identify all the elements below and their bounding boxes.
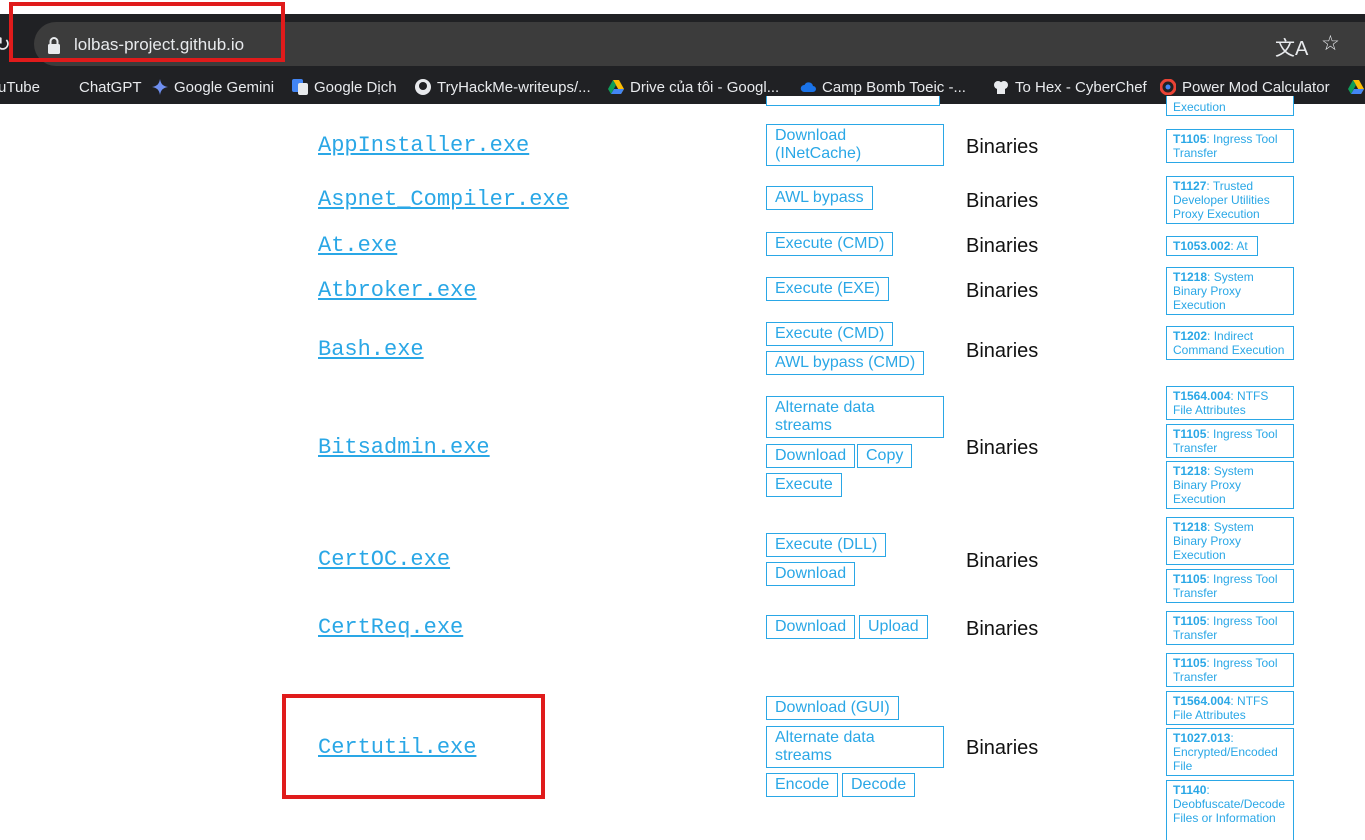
- bookmark-overflow-drive-icon[interactable]: [1348, 79, 1364, 95]
- function-tag[interactable]: Execute (DLL): [766, 533, 887, 557]
- binary-link-at[interactable]: At.exe: [318, 233, 397, 258]
- attack-id: T1105: [1173, 132, 1207, 146]
- binary-link-aspnet-compiler[interactable]: Aspnet_Compiler.exe: [318, 187, 569, 212]
- attack-tag[interactable]: T1218: System Binary Proxy Execution: [1166, 267, 1294, 315]
- function-tag[interactable]: Download: [766, 444, 856, 468]
- google-drive-icon: [608, 80, 624, 94]
- function-tag[interactable]: Alternate data streams: [766, 726, 944, 768]
- attack-id: T1027.013: [1173, 731, 1231, 745]
- bookmark-power-mod-calculator[interactable]: Power Mod Calculator: [1160, 76, 1330, 98]
- bookmark-google-translate[interactable]: Google Dịch: [292, 76, 397, 98]
- attack-tag-partial[interactable]: Execution: [1166, 96, 1294, 116]
- bookmark-star-icon[interactable]: ☆: [1321, 31, 1340, 56]
- function-tag[interactable]: Download: [766, 562, 856, 586]
- attack-id: T1105: [1173, 427, 1207, 441]
- attack-tag[interactable]: T1105: Ingress Tool Transfer: [1166, 653, 1294, 687]
- function-tag[interactable]: Copy: [857, 444, 913, 468]
- bookmark-cyberchef[interactable]: To Hex - CyberChef: [993, 76, 1147, 98]
- function-tag[interactable]: Download (GUI): [766, 696, 899, 720]
- attack-id: T1218: [1173, 270, 1208, 284]
- attack-tag[interactable]: T1564.004: NTFS File Attributes: [1166, 386, 1294, 420]
- bookmark-tryhackme[interactable]: TryHackMe-writeups/...: [415, 76, 591, 98]
- binary-link-bash[interactable]: Bash.exe: [318, 337, 424, 362]
- calculator-icon: [1160, 79, 1176, 95]
- binary-link-bitsadmin[interactable]: Bitsadmin.exe: [318, 435, 490, 460]
- type-label: Binaries: [966, 190, 1039, 212]
- attack-id: T1218: [1173, 464, 1208, 478]
- binary-link-certoc[interactable]: CertOC.exe: [318, 547, 450, 572]
- attack-id: T1105: [1173, 614, 1207, 628]
- attack-id: T1218: [1173, 520, 1208, 534]
- bookmark-chatgpt[interactable]: ChatGPT: [79, 76, 142, 98]
- function-tag[interactable]: Upload: [859, 615, 928, 639]
- github-icon: [415, 79, 431, 95]
- translate-icon[interactable]: 文A: [1275, 32, 1308, 61]
- bookmark-gemini[interactable]: Google Gemini: [152, 76, 274, 98]
- type-label: Binaries: [966, 235, 1039, 257]
- attack-id: T1105: [1173, 656, 1207, 670]
- attack-tag[interactable]: T1140: Deobfuscate/Decode Files or Infor…: [1166, 780, 1294, 840]
- function-tag[interactable]: Decode: [842, 773, 916, 797]
- attack-tag[interactable]: T1127: Trusted Developer Utilities Proxy…: [1166, 176, 1294, 224]
- attack-id: T1564.004: [1173, 694, 1231, 708]
- attack-tag[interactable]: T1218: System Binary Proxy Execution: [1166, 461, 1294, 509]
- bookmark-label: Google Gemini: [174, 78, 275, 96]
- type-label: Binaries: [966, 136, 1039, 158]
- attack-tag[interactable]: T1218: System Binary Proxy Execution: [1166, 517, 1294, 565]
- certutil-highlight-annotation: [282, 694, 545, 799]
- bookmark-label: Drive của tôi - Googl...: [630, 78, 780, 96]
- binary-link-certreq[interactable]: CertReq.exe: [318, 615, 463, 640]
- type-label: Binaries: [966, 280, 1039, 302]
- attack-tag[interactable]: T1564.004: NTFS File Attributes: [1166, 691, 1294, 725]
- bookmark-label: Power Mod Calculator: [1182, 78, 1330, 96]
- attack-tag[interactable]: T1105: Ingress Tool Transfer: [1166, 424, 1294, 458]
- type-label: Binaries: [966, 550, 1039, 572]
- attack-id: T1053.002: [1173, 239, 1231, 253]
- function-tag[interactable]: AWL bypass: [766, 186, 873, 210]
- bookmark-label: To Hex - CyberChef: [1015, 78, 1147, 96]
- type-label: Binaries: [966, 437, 1039, 459]
- bookmark-label: TryHackMe-writeups/...: [437, 78, 591, 96]
- gemini-icon: [152, 79, 168, 95]
- bookmark-label: uTube: [0, 78, 40, 96]
- type-label: Binaries: [966, 737, 1039, 759]
- attack-id: T1105: [1173, 572, 1207, 586]
- attack-desc: Execution: [1173, 100, 1226, 114]
- function-tag[interactable]: Alternate data streams: [766, 396, 944, 438]
- function-tag[interactable]: Execute (EXE): [766, 277, 889, 301]
- attack-id: T1140: [1173, 783, 1207, 797]
- type-label: Binaries: [966, 618, 1039, 640]
- function-tag[interactable]: Execute: [766, 473, 842, 497]
- chef-hat-icon: [994, 81, 1008, 94]
- function-tag[interactable]: Download: [766, 615, 856, 639]
- url-highlight-annotation: [9, 2, 285, 62]
- attack-id: T1127: [1173, 179, 1207, 193]
- attack-tag[interactable]: T1027.013: Encrypted/Encoded File: [1166, 728, 1294, 776]
- bookmark-label: Camp Bomb Toeic -...: [822, 78, 966, 96]
- bookmark-camp-bomb-toeic[interactable]: Camp Bomb Toeic -...: [800, 76, 966, 98]
- binary-link-appinstaller[interactable]: AppInstaller.exe: [318, 133, 529, 158]
- function-tag[interactable]: Encode: [766, 773, 839, 797]
- cloud-icon: [800, 82, 816, 92]
- function-tag[interactable]: AWL bypass (CMD): [766, 351, 925, 375]
- type-label: Binaries: [966, 340, 1039, 362]
- attack-id: T1564.004: [1173, 389, 1231, 403]
- attack-tag[interactable]: T1053.002: At: [1166, 236, 1258, 256]
- bookmark-label: ChatGPT: [79, 78, 142, 96]
- google-translate-icon: [292, 79, 308, 95]
- bookmark-label: Google Dịch: [314, 78, 397, 96]
- bookmark-youtube[interactable]: uTube: [0, 76, 40, 98]
- attack-tag[interactable]: T1105: Ingress Tool Transfer: [1166, 611, 1294, 645]
- attack-tag[interactable]: T1105: Ingress Tool Transfer: [1166, 129, 1294, 163]
- attack-desc: : At: [1230, 239, 1248, 253]
- attack-tag[interactable]: T1202: Indirect Command Execution: [1166, 326, 1294, 360]
- function-tag[interactable]: Execute (CMD): [766, 322, 894, 346]
- function-tag[interactable]: Download (INetCache): [766, 124, 944, 166]
- binary-link-atbroker[interactable]: Atbroker.exe: [318, 278, 476, 303]
- function-tag[interactable]: Execute (CMD): [766, 232, 894, 256]
- attack-tag[interactable]: T1105: Ingress Tool Transfer: [1166, 569, 1294, 603]
- attack-id: T1202: [1173, 329, 1208, 343]
- bookmark-google-drive[interactable]: Drive của tôi - Googl...: [608, 76, 779, 98]
- function-tag-partial[interactable]: [766, 96, 940, 106]
